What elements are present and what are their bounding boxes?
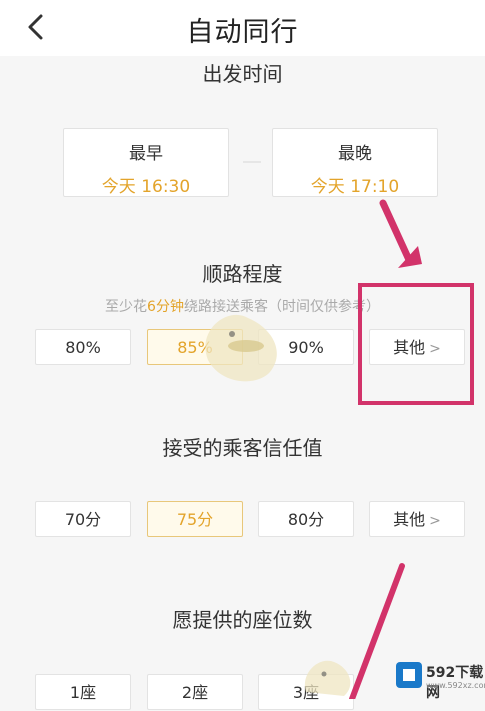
watermark-mascot-icon [205,314,277,382]
brand-logo-icon [396,662,422,688]
watermark-logo: 592下载网 www.592xz.com [390,656,485,701]
watermark-mascot-icon [304,660,351,696]
brand-domain: www.592xz.com [426,681,485,690]
